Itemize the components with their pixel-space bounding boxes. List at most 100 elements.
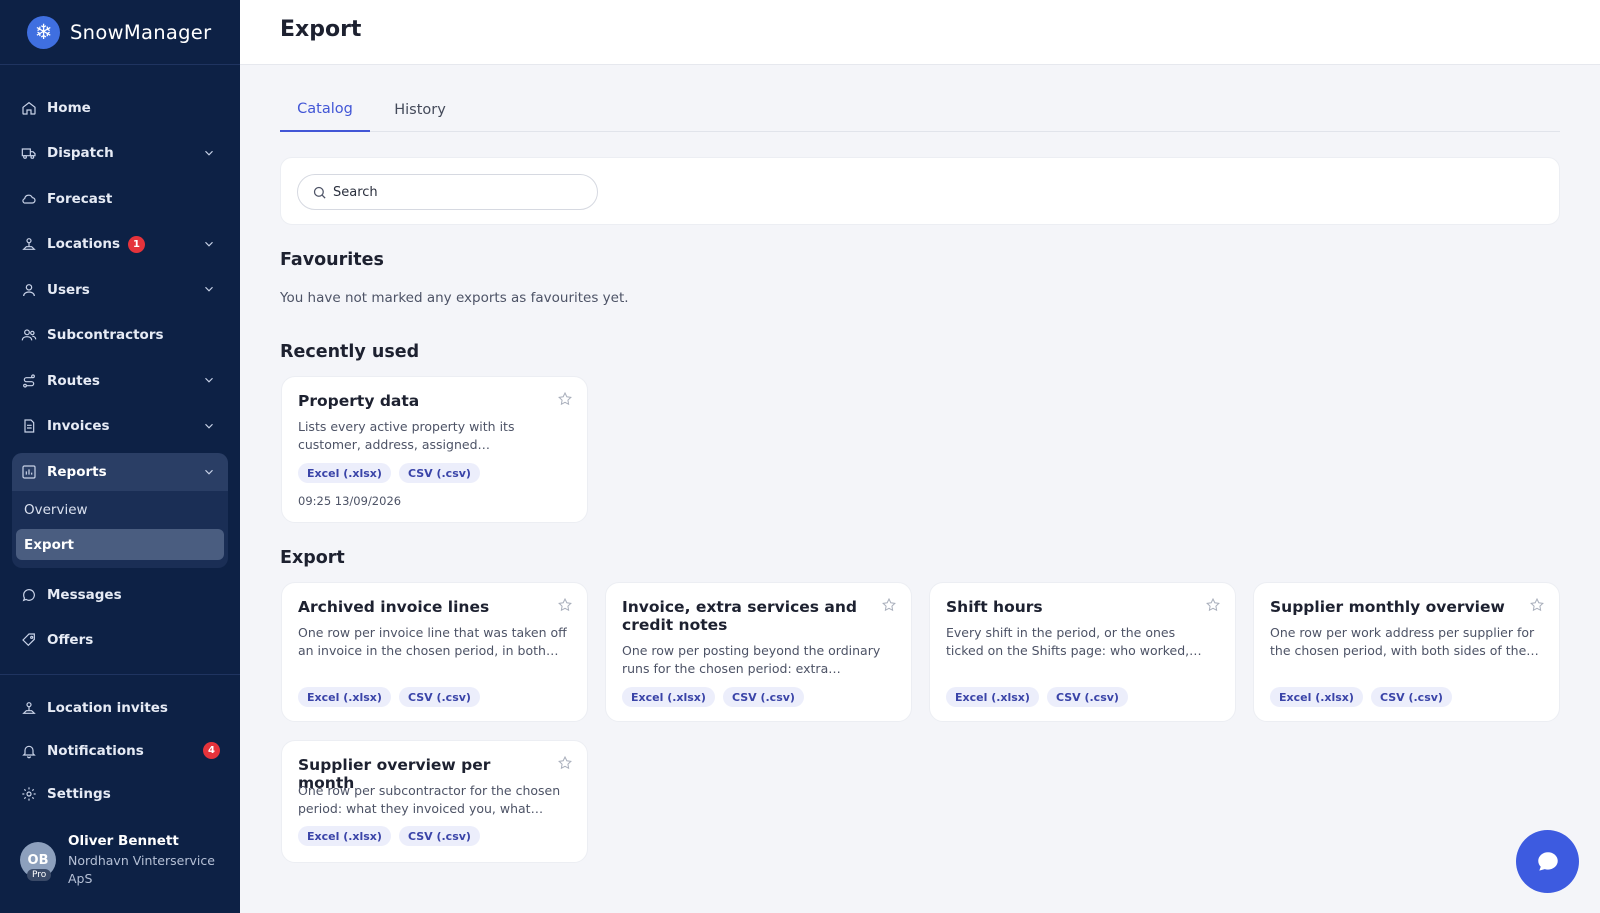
- format-chip-xlsx[interactable]: Excel (.xlsx): [946, 687, 1039, 707]
- sidebar-item-reports[interactable]: Reports: [12, 453, 228, 491]
- chevron-down-icon[interactable]: [202, 237, 216, 251]
- route-icon: [21, 373, 37, 389]
- sidebar-item-routes[interactable]: Routes: [0, 358, 240, 404]
- format-chip-csv[interactable]: CSV (.csv): [398, 826, 480, 846]
- search-box[interactable]: [297, 174, 598, 210]
- card-title: Supplier monthly overview: [1270, 598, 1505, 616]
- sidebar-item-locations[interactable]: Locations 1: [0, 222, 240, 268]
- search-input[interactable]: [333, 184, 573, 200]
- sidebar-item-label: Location invites: [47, 699, 168, 716]
- card-description: One row per work address per supplier fo…: [1270, 625, 1539, 658]
- card-title: Archived invoice lines: [298, 598, 490, 616]
- card-title: Property data: [298, 392, 420, 410]
- gear-icon: [21, 786, 37, 802]
- location-invite-icon: [21, 700, 37, 716]
- brand[interactable]: ❄ SnowManager: [0, 0, 240, 65]
- card-description: One row per invoice line that was taken …: [298, 625, 567, 658]
- sidebar-item-users[interactable]: Users: [0, 267, 240, 313]
- sidebar-item-home[interactable]: Home: [0, 85, 240, 131]
- star-icon[interactable]: [1205, 597, 1221, 613]
- sidebar-item-label: Users: [47, 281, 90, 298]
- format-chips: Excel (.xlsx) CSV (.csv): [622, 687, 804, 707]
- format-chip-csv[interactable]: CSV (.csv): [398, 687, 480, 707]
- chevron-down-icon[interactable]: [202, 373, 216, 387]
- format-chip-xlsx[interactable]: Excel (.xlsx): [298, 826, 391, 846]
- star-icon[interactable]: [557, 597, 573, 613]
- card-description: One row per posting beyond the ordinary …: [622, 643, 881, 676]
- chevron-down-icon[interactable]: [202, 146, 216, 160]
- sidebar-item-forecast[interactable]: Forecast: [0, 176, 240, 222]
- sidebar-item-label: Reports: [47, 464, 107, 480]
- star-icon[interactable]: [881, 597, 897, 613]
- sidebar-divider: [0, 674, 240, 675]
- home-icon: [21, 100, 37, 116]
- chevron-down-icon[interactable]: [202, 282, 216, 296]
- format-chip-csv[interactable]: CSV (.csv): [398, 463, 480, 483]
- format-chips: Excel (.xlsx) CSV (.csv): [946, 687, 1128, 707]
- reports-group: Reports Overview Export: [12, 453, 228, 568]
- sidebar-item-messages[interactable]: Messages: [0, 572, 240, 618]
- chevron-down-icon[interactable]: [202, 419, 216, 433]
- cloud-icon: [21, 191, 37, 207]
- export-heading: Export: [280, 548, 345, 568]
- users-icon: [21, 327, 37, 343]
- sidebar-item-location-invites[interactable]: Location invites: [0, 685, 240, 731]
- locations-count-badge: 1: [128, 235, 145, 253]
- star-icon[interactable]: [1529, 597, 1545, 613]
- tab-bar: Catalog History: [280, 88, 1560, 132]
- format-chip-csv[interactable]: CSV (.csv): [722, 687, 804, 707]
- sidebar-item-invoices[interactable]: Invoices: [0, 404, 240, 450]
- star-icon[interactable]: [557, 391, 573, 407]
- format-chips: Excel (.xlsx) CSV (.csv): [1270, 687, 1452, 707]
- export-card-supplier-monthly-overview[interactable]: Supplier monthly overview One row per wo…: [1253, 582, 1560, 722]
- user-name: Oliver Bennett: [68, 833, 179, 849]
- sidebar-nav: Home Dispatch Forecast Locations 1 Users…: [0, 85, 240, 449]
- export-card-supplier-overview-per-month[interactable]: Supplier overview per month One row per …: [281, 740, 588, 863]
- format-chip-xlsx[interactable]: Excel (.xlsx): [622, 687, 715, 707]
- sidebar: ❄ SnowManager Home Dispatch Forecast Loc…: [0, 0, 240, 913]
- bar-chart-icon: [21, 464, 37, 480]
- chat-bubble-icon: [1537, 851, 1558, 871]
- format-chips: Excel (.xlsx) CSV (.csv): [298, 687, 480, 707]
- card-description: Lists every active property with its cus…: [298, 419, 515, 452]
- user-icon: [21, 282, 37, 298]
- sidebar-item-label: Locations: [47, 236, 120, 253]
- sidebar-item-label: Dispatch: [47, 145, 114, 162]
- format-chip-xlsx[interactable]: Excel (.xlsx): [1270, 687, 1363, 707]
- format-chip-xlsx[interactable]: Excel (.xlsx): [298, 687, 391, 707]
- card-description: One row per subcontractor for the chosen…: [298, 783, 561, 816]
- format-chips: Excel (.xlsx) CSV (.csv): [298, 463, 480, 483]
- sidebar-item-subcontractors[interactable]: Subcontractors: [0, 313, 240, 359]
- chevron-down-icon[interactable]: [202, 465, 216, 479]
- recently-used-heading: Recently used: [280, 342, 420, 362]
- format-chip-csv[interactable]: CSV (.csv): [1046, 687, 1128, 707]
- sidebar-item-offers[interactable]: Offers: [0, 617, 240, 663]
- tab-history[interactable]: History: [382, 88, 458, 132]
- offers-icon: [21, 632, 37, 648]
- snowflake-logo-icon: ❄: [27, 15, 60, 49]
- sidebar-item-label: Messages: [47, 586, 122, 603]
- sidebar-item-notifications[interactable]: Notifications 4: [0, 728, 240, 774]
- search-icon: [313, 186, 326, 199]
- plan-badge: Pro: [27, 869, 52, 881]
- export-card-archived-invoice-lines[interactable]: Archived invoice lines One row per invoi…: [281, 582, 588, 722]
- sidebar-item-dispatch[interactable]: Dispatch: [0, 131, 240, 177]
- page-title: Export: [280, 17, 362, 42]
- search-card: [280, 157, 1560, 225]
- format-chip-csv[interactable]: CSV (.csv): [1370, 687, 1452, 707]
- chat-button[interactable]: [1516, 830, 1579, 893]
- tab-catalog[interactable]: Catalog: [280, 88, 370, 132]
- sidebar-subitem-export[interactable]: Export: [16, 529, 224, 560]
- message-icon: [21, 587, 37, 603]
- truck-icon: [21, 145, 37, 161]
- export-card-shift-hours[interactable]: Shift hours Every shift in the period, o…: [929, 582, 1236, 722]
- favourites-empty-text: You have not marked any exports as favou…: [280, 290, 629, 306]
- export-card-invoice-extra-services[interactable]: Invoice, extra services and credit notes…: [605, 582, 912, 722]
- user-profile[interactable]: OB Pro Oliver Bennett Nordhavn Vinterser…: [20, 832, 230, 892]
- export-card-property-data[interactable]: Property data Lists every active propert…: [281, 376, 588, 523]
- format-chip-xlsx[interactable]: Excel (.xlsx): [298, 463, 391, 483]
- sidebar-subitem-overview[interactable]: Overview: [16, 494, 224, 525]
- sidebar-item-settings[interactable]: Settings: [0, 771, 240, 817]
- sidebar-item-label: Settings: [47, 785, 111, 802]
- star-icon[interactable]: [557, 755, 573, 771]
